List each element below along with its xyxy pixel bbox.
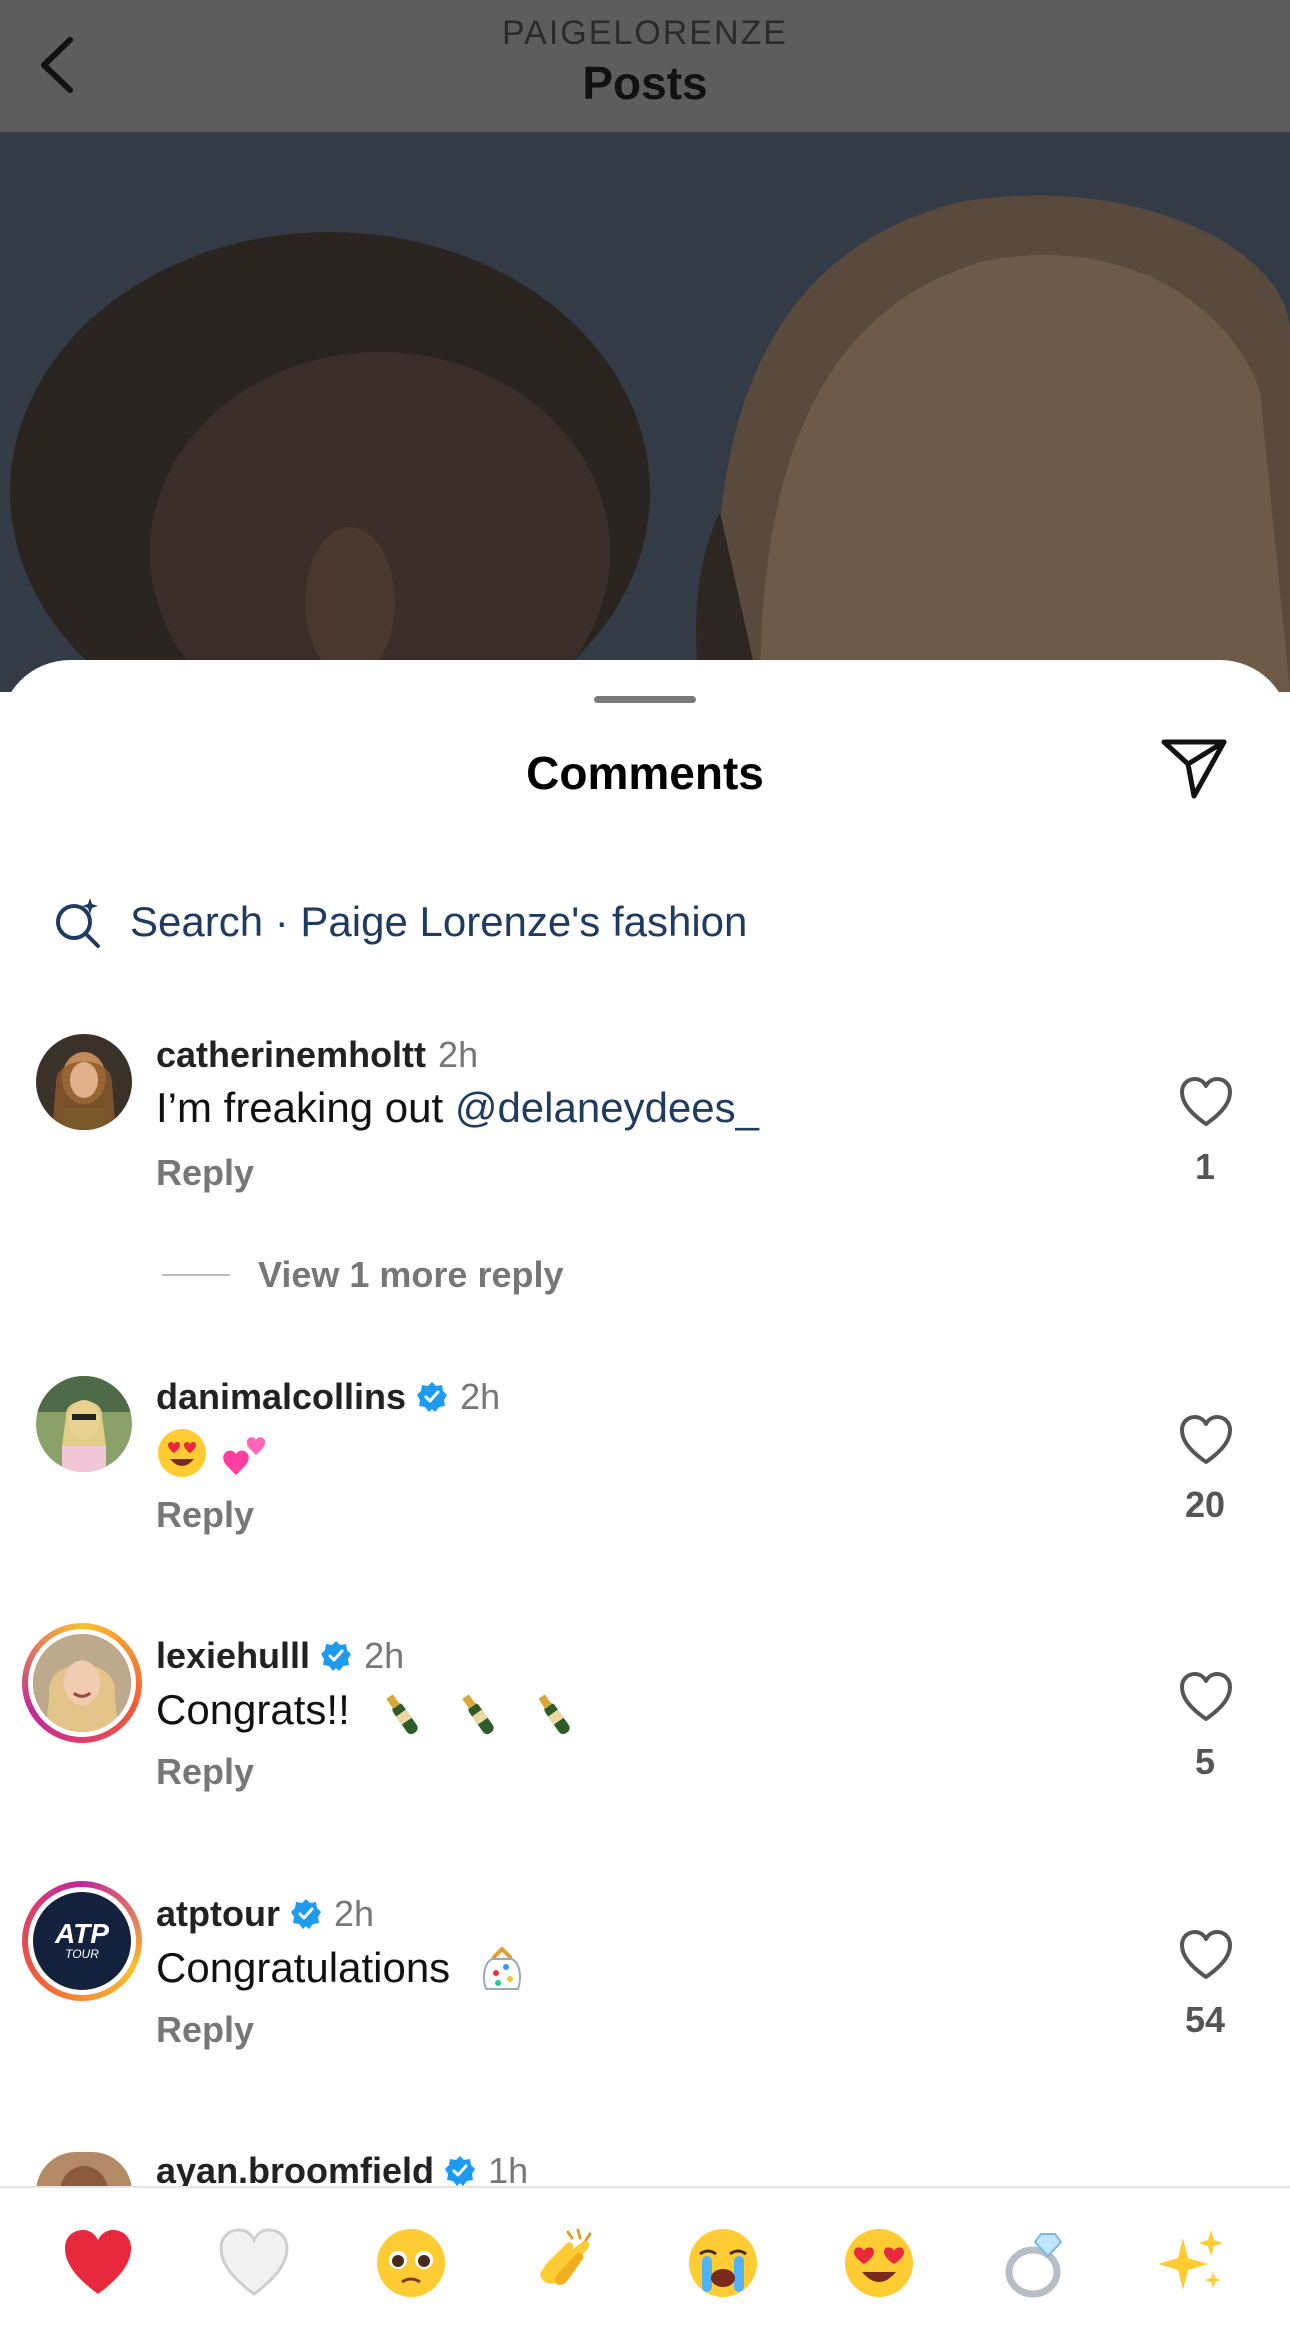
- search-suggestion-text: Search · Paige Lorenze's fashion: [130, 898, 748, 945]
- avatar-story-ring[interactable]: [22, 1623, 142, 1743]
- search-suggestion[interactable]: Search · Paige Lorenze's fashion: [52, 892, 747, 952]
- share-button[interactable]: [1158, 732, 1230, 804]
- pleading-face-emoji-icon: [376, 2228, 445, 2297]
- red-heart-emoji-button[interactable]: [53, 2218, 143, 2308]
- reply-button[interactable]: Reply: [156, 1494, 254, 1536]
- confetti-emoji-icon: [482, 1947, 521, 1990]
- reply-button[interactable]: Reply: [156, 2009, 254, 2051]
- champagne-emoji-icon: [462, 1694, 494, 1735]
- avatar: ATP TOUR: [28, 1887, 136, 1995]
- comment-item: ATP TOUR atptour 2h Congratulations Repl…: [0, 1881, 1290, 2063]
- comment-body: I’m freaking out: [156, 1084, 455, 1131]
- white-heart-emoji-button[interactable]: [209, 2218, 299, 2308]
- sheet-drag-handle[interactable]: [594, 696, 696, 703]
- view-more-replies-label: View 1 more reply: [258, 1254, 564, 1295]
- comment-item: danimalcollins 2h Reply 20: [0, 1376, 1290, 1536]
- heart-eyes-emoji-button[interactable]: [834, 2218, 924, 2308]
- comment-text: [156, 1426, 272, 1479]
- verified-badge-icon: [417, 1382, 448, 1412]
- comment-username[interactable]: catherinemholtt: [156, 1034, 426, 1076]
- comment-text: I’m freaking out @delaneydees_: [156, 1084, 759, 1132]
- comment-text: Congratulations: [156, 1943, 530, 1999]
- heart-outline-icon[interactable]: [1176, 1925, 1236, 1985]
- reply-button[interactable]: Reply: [156, 1152, 254, 1194]
- clapping-hands-emoji-icon: [539, 2228, 592, 2285]
- emoji-reaction-bar: [0, 2186, 1290, 2337]
- like-count: 54: [1184, 1999, 1226, 2040]
- clapping-hands-emoji-button[interactable]: [522, 2218, 612, 2308]
- paper-plane-icon: [1161, 739, 1227, 799]
- crying-face-emoji-icon: [689, 2228, 758, 2297]
- top-bar: PAIGELORENZE Posts: [0, 0, 1290, 132]
- heart-eyes-emoji-icon: [845, 2228, 914, 2297]
- post-photo: [0, 132, 1290, 692]
- search-sparkle-icon: [56, 898, 100, 948]
- heart-outline-icon[interactable]: [1176, 1410, 1236, 1470]
- comment-item: lexiehulll 2h Congrats!! Reply 5: [0, 1623, 1290, 1805]
- comment-username[interactable]: danimalcollins: [156, 1376, 406, 1418]
- pleading-face-emoji-button[interactable]: [366, 2218, 456, 2308]
- comment-header: lexiehulll 2h: [156, 1635, 404, 1677]
- champagne-emoji-icon: [538, 1694, 570, 1735]
- post-photo-image: [0, 132, 1290, 692]
- comment-item: ayan.broomfield 1h: [0, 2150, 1290, 2192]
- comment-text: Congrats!!: [156, 1685, 581, 1741]
- ring-emoji-icon: [1005, 2232, 1062, 2297]
- ring-emoji-button[interactable]: [991, 2218, 1081, 2308]
- white-heart-emoji-icon: [219, 2227, 289, 2296]
- comments-sheet: Comments Search · Paige Lorenze's fashio…: [0, 660, 1290, 2337]
- avatar-story-ring[interactable]: ATP TOUR: [22, 1881, 142, 2001]
- reply-thread-line: [162, 1274, 230, 1276]
- two-hearts-emoji-icon: [222, 1437, 265, 1475]
- atp-logo-subtext: TOUR: [65, 1947, 99, 1961]
- comment-username[interactable]: atptour: [156, 1893, 280, 1935]
- sparkles-emoji-icon: [1157, 2229, 1223, 2290]
- verified-badge-icon: [290, 1899, 321, 1929]
- avatar-image: [36, 1034, 132, 1130]
- header-username: PAIGELORENZE: [502, 14, 788, 52]
- comment-body: Congratulations: [156, 1944, 451, 1992]
- comment-time: 2h: [364, 1635, 405, 1676]
- heart-outline-icon[interactable]: [1176, 1072, 1236, 1132]
- comment-item: catherinemholtt 2h I’m freaking out @del…: [0, 1034, 1290, 1194]
- comment-header: catherinemholtt 2h: [156, 1034, 478, 1076]
- like-count: 20: [1184, 1484, 1226, 1525]
- avatar[interactable]: [36, 1376, 132, 1472]
- view-more-replies-button[interactable]: View 1 more reply: [162, 1254, 564, 1296]
- verified-badge-icon: [321, 1641, 352, 1671]
- comment-body: Congrats!!: [156, 1686, 350, 1734]
- comment-header: atptour 2h: [156, 1893, 374, 1935]
- champagne-emoji-icon: [386, 1694, 419, 1735]
- red-heart-emoji-icon: [65, 2229, 132, 2294]
- avatar[interactable]: [36, 1034, 132, 1130]
- crying-face-emoji-button[interactable]: [678, 2218, 768, 2308]
- sheet-title: Comments: [526, 747, 764, 799]
- reply-button[interactable]: Reply: [156, 1751, 254, 1793]
- heart-eyes-emoji-icon: [158, 1428, 206, 1477]
- like-count: 5: [1194, 1741, 1216, 1782]
- comment-username[interactable]: lexiehulll: [156, 1635, 310, 1677]
- avatar-image: [36, 1376, 132, 1472]
- atp-logo-text: ATP: [55, 1918, 109, 1949]
- sparkles-emoji-button[interactable]: [1147, 2218, 1237, 2308]
- avatar: [28, 1629, 136, 1737]
- header-title: Posts: [582, 57, 708, 109]
- comment-header: danimalcollins 2h: [156, 1376, 500, 1418]
- comment-time: 2h: [460, 1376, 501, 1417]
- avatar-image: [33, 1634, 131, 1732]
- verified-badge-icon: [445, 2156, 476, 2186]
- heart-outline-icon[interactable]: [1176, 1667, 1236, 1727]
- comment-time: 2h: [333, 1893, 375, 1934]
- comment-mention[interactable]: @delaneydees_: [455, 1084, 759, 1131]
- comment-time: 2h: [438, 1034, 479, 1075]
- like-count: 1: [1194, 1146, 1216, 1187]
